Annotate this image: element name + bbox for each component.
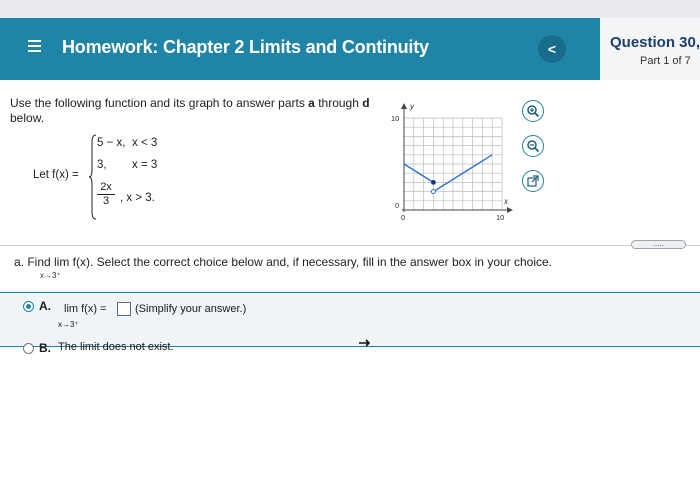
x-axis-arrow-icon (507, 207, 513, 213)
question-panel: Question 30, Part 1 of 7 (600, 18, 700, 80)
y-axis-arrow-icon (401, 103, 407, 109)
open-point-right (430, 189, 436, 195)
choice-b-radio[interactable] (23, 343, 34, 354)
choice-a-limit: lim f(x) = (64, 303, 107, 315)
y-top-tick: 10 (391, 114, 399, 123)
choice-a-radio[interactable] (23, 301, 34, 312)
graph-grid (403, 117, 503, 211)
y-bottom-tick: 0 (395, 201, 399, 210)
mouse-cursor-icon (359, 339, 370, 347)
expand-divider-button[interactable]: ..... (631, 240, 686, 249)
section-divider (0, 245, 700, 246)
case3-denominator: 3 (102, 195, 110, 207)
case1-condition: x < 3 (132, 137, 158, 149)
browser-top-strip (0, 0, 700, 18)
question-part: Part 1 of 7 (640, 55, 691, 67)
brace-icon (89, 134, 97, 220)
pop-out-button[interactable] (522, 170, 544, 192)
instructions-bold-a: a (308, 96, 315, 110)
zoom-out-icon (527, 140, 540, 153)
function-let-label: Let f(x) = (33, 169, 79, 181)
case2-condition: x = 3 (132, 159, 158, 171)
choice-b-text: The limit does not exist. (58, 341, 174, 353)
zoom-out-button[interactable] (522, 135, 544, 157)
homework-title: Homework: Chapter 2 Limits and Continuit… (62, 37, 429, 57)
choice-a-letter: A. (39, 299, 51, 313)
instructions-text-after: below. (10, 111, 45, 125)
homework-page: Homework: Chapter 2 Limits and Continuit… (0, 0, 700, 493)
function-graph: y x 10 0 0 10 (391, 102, 513, 222)
filled-point (431, 180, 436, 185)
case2-expression: 3, (97, 159, 107, 171)
instructions-text: Use the following function and its graph… (10, 96, 309, 110)
case3-condition: , x > 3. (120, 192, 155, 204)
homework-header: Homework: Chapter 2 Limits and Continuit… (0, 18, 600, 80)
menu-icon[interactable] (28, 40, 41, 52)
case3-numerator: 2x (97, 181, 115, 195)
instructions-bold-d: d (362, 96, 370, 110)
instructions-text-mid: through (314, 96, 363, 110)
case3-fraction: 2x 3 (97, 181, 115, 208)
instructions: Use the following function and its graph… (10, 96, 390, 126)
zoom-in-icon (527, 105, 540, 118)
choice-b-letter: B. (39, 341, 51, 355)
choice-a[interactable]: A. lim f(x) = (Simplify your answer.) x→… (0, 292, 700, 347)
zoom-in-button[interactable] (522, 100, 544, 122)
y-axis-label: y (409, 102, 415, 111)
part-a-limit-subscript: x→3⁺ (40, 271, 61, 280)
pop-out-icon (527, 175, 539, 187)
x-right-tick: 10 (496, 213, 504, 222)
choice-a-limit-subscript: x→3⁺ (58, 320, 79, 329)
case1-expression: 5 − x, (97, 137, 126, 149)
part-a-question: a. Find lim f(x). Select the correct cho… (14, 255, 553, 269)
x-left-tick: 0 (401, 213, 405, 222)
choice-a-hint: (Simplify your answer.) (135, 303, 247, 315)
answer-input[interactable] (117, 302, 131, 316)
question-number: Question 30, (610, 34, 700, 51)
x-axis-label: x (503, 197, 509, 206)
back-button[interactable]: < (538, 35, 566, 63)
piecewise-function: Let f(x) = 5 − x, x < 3 3, x = 3 2x 3 , … (33, 132, 233, 224)
